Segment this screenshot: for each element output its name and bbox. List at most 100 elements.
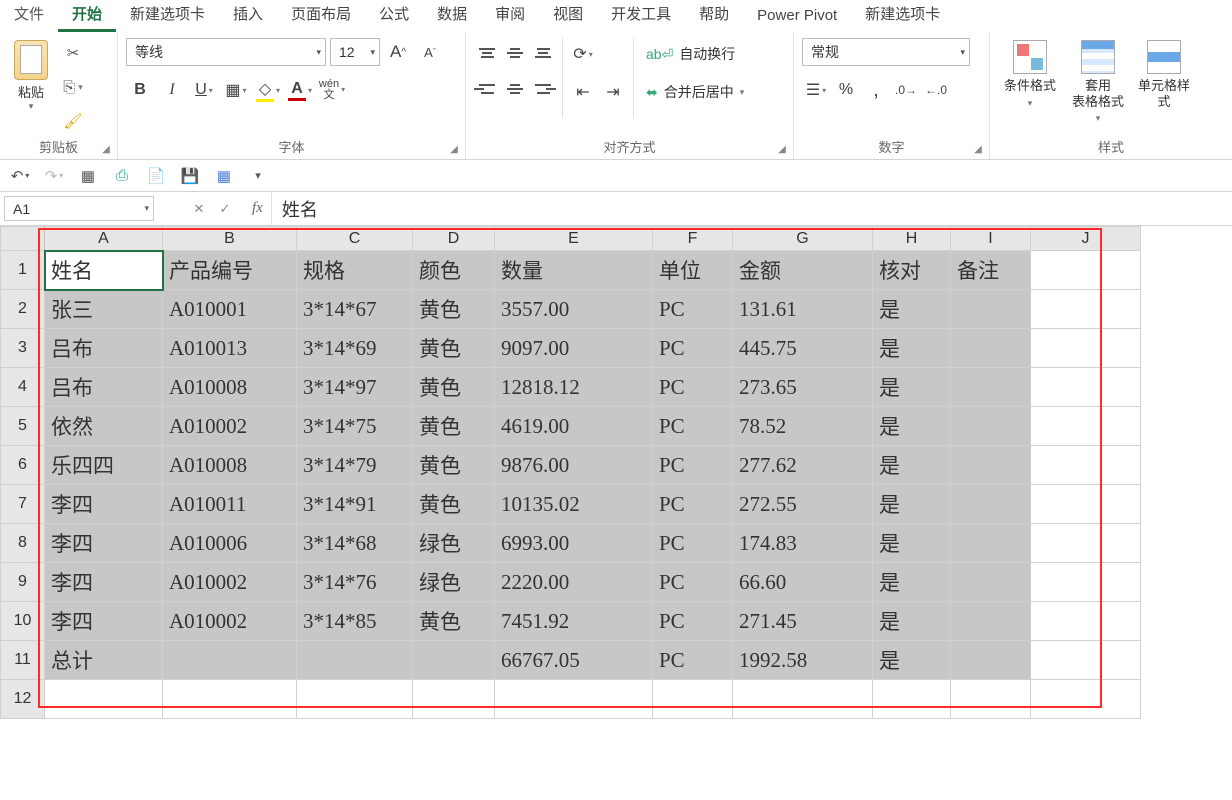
accounting-format-button[interactable]: ☰▾ — [802, 76, 830, 104]
percent-button[interactable]: % — [832, 76, 860, 104]
menu-新建选项卡[interactable]: 新建选项卡 — [851, 0, 954, 32]
cell[interactable] — [1031, 602, 1141, 641]
cell[interactable]: 是 — [873, 563, 951, 602]
cell[interactable] — [951, 329, 1031, 368]
cell[interactable]: 3*14*75 — [297, 407, 413, 446]
alignment-launcher[interactable]: ◢ — [775, 143, 789, 157]
align-top-button[interactable] — [474, 40, 500, 66]
cell[interactable]: 吕布 — [45, 368, 163, 407]
column-header-F[interactable]: F — [653, 227, 733, 251]
italic-button[interactable]: I — [158, 76, 186, 104]
menu-帮助[interactable]: 帮助 — [685, 0, 743, 32]
font-launcher[interactable]: ◢ — [447, 143, 461, 157]
cell[interactable] — [1031, 641, 1141, 680]
row-header-5[interactable]: 5 — [1, 407, 45, 446]
cell[interactable]: PC — [653, 329, 733, 368]
cell[interactable]: 是 — [873, 446, 951, 485]
cell[interactable]: PC — [653, 368, 733, 407]
cell[interactable]: 规格 — [297, 251, 413, 290]
bold-button[interactable]: B — [126, 76, 154, 104]
cell[interactable]: 3557.00 — [495, 290, 653, 329]
cell[interactable]: 是 — [873, 290, 951, 329]
cell[interactable]: 是 — [873, 368, 951, 407]
cell[interactable]: 乐四四 — [45, 446, 163, 485]
align-left-button[interactable] — [474, 76, 500, 102]
cell[interactable]: 3*14*67 — [297, 290, 413, 329]
row-header-8[interactable]: 8 — [1, 524, 45, 563]
qat-btn-4[interactable]: ▦ — [210, 164, 238, 188]
fill-color-button[interactable]: ◇▾ — [254, 76, 282, 104]
border-button[interactable]: ▦▾ — [222, 76, 250, 104]
menu-Power Pivot[interactable]: Power Pivot — [743, 1, 851, 32]
cell[interactable]: A010002 — [163, 563, 297, 602]
row-header-2[interactable]: 2 — [1, 290, 45, 329]
cell[interactable]: A010002 — [163, 602, 297, 641]
cell[interactable] — [873, 680, 951, 719]
menu-公式[interactable]: 公式 — [365, 0, 423, 32]
save-button[interactable]: 💾 — [176, 164, 204, 188]
cell[interactable]: PC — [653, 563, 733, 602]
spreadsheet-grid[interactable]: ABCDEFGHIJ 1姓名产品编号规格颜色数量单位金额核对备注2张三A0100… — [0, 226, 1141, 719]
align-right-button[interactable] — [530, 76, 556, 102]
cell[interactable]: A010013 — [163, 329, 297, 368]
increase-font-button[interactable]: A^ — [384, 38, 412, 66]
cell[interactable] — [951, 290, 1031, 329]
cell[interactable] — [951, 524, 1031, 563]
cell[interactable]: 核对 — [873, 251, 951, 290]
cell[interactable]: 是 — [873, 407, 951, 446]
row-header-6[interactable]: 6 — [1, 446, 45, 485]
row-header-11[interactable]: 11 — [1, 641, 45, 680]
cell[interactable]: A010002 — [163, 407, 297, 446]
menu-文件[interactable]: 文件 — [0, 0, 58, 32]
format-painter-button[interactable]: 🖌 — [58, 108, 88, 134]
cell[interactable] — [1031, 563, 1141, 602]
cell[interactable] — [951, 368, 1031, 407]
cell[interactable] — [1031, 407, 1141, 446]
column-header-E[interactable]: E — [495, 227, 653, 251]
menu-审阅[interactable]: 审阅 — [481, 0, 539, 32]
cell[interactable]: 2220.00 — [495, 563, 653, 602]
cell[interactable] — [951, 446, 1031, 485]
cell-styles-button[interactable]: 单元格样式 — [1134, 38, 1194, 109]
cell[interactable]: 绿色 — [413, 524, 495, 563]
menu-开发工具[interactable]: 开发工具 — [597, 0, 685, 32]
font-color-button[interactable]: A▾ — [286, 76, 314, 104]
phonetic-button[interactable]: wén文▾ — [318, 76, 346, 104]
cell[interactable] — [413, 680, 495, 719]
cell[interactable]: 131.61 — [733, 290, 873, 329]
cell[interactable]: 1992.58 — [733, 641, 873, 680]
paste-button[interactable]: 粘贴 ▾ — [8, 38, 54, 112]
cell[interactable]: 6993.00 — [495, 524, 653, 563]
cell[interactable]: 黄色 — [413, 290, 495, 329]
cell[interactable]: 总计 — [45, 641, 163, 680]
cell[interactable]: 3*14*69 — [297, 329, 413, 368]
menu-插入[interactable]: 插入 — [219, 0, 277, 32]
cell[interactable]: 9876.00 — [495, 446, 653, 485]
cell[interactable]: 李四 — [45, 602, 163, 641]
cell[interactable]: 黄色 — [413, 602, 495, 641]
cell[interactable]: 李四 — [45, 485, 163, 524]
cell[interactable]: 产品编号 — [163, 251, 297, 290]
worksheet-area[interactable]: ABCDEFGHIJ 1姓名产品编号规格颜色数量单位金额核对备注2张三A0100… — [0, 226, 1232, 766]
column-header-C[interactable]: C — [297, 227, 413, 251]
cell[interactable]: A010011 — [163, 485, 297, 524]
increase-indent-button[interactable]: ⇥ — [599, 78, 627, 106]
cell[interactable]: 12818.12 — [495, 368, 653, 407]
cell[interactable] — [951, 641, 1031, 680]
format-as-table-button[interactable]: 套用 表格格式 ▾ — [1066, 38, 1130, 124]
cell[interactable]: 3*14*91 — [297, 485, 413, 524]
font-name-combo[interactable]: 等线▾ — [126, 38, 326, 66]
decrease-decimal-button[interactable]: ←.0 — [922, 76, 950, 104]
cell[interactable]: 备注 — [951, 251, 1031, 290]
row-header-10[interactable]: 10 — [1, 602, 45, 641]
increase-decimal-button[interactable]: .0→ — [892, 76, 920, 104]
cell[interactable]: 4619.00 — [495, 407, 653, 446]
align-center-button[interactable] — [502, 76, 528, 102]
cell[interactable]: 李四 — [45, 524, 163, 563]
redo-button[interactable]: ↷▾ — [40, 164, 68, 188]
cell[interactable]: 66767.05 — [495, 641, 653, 680]
cell[interactable]: 颜色 — [413, 251, 495, 290]
align-middle-button[interactable] — [502, 40, 528, 66]
row-header-1[interactable]: 1 — [1, 251, 45, 290]
cell[interactable]: 174.83 — [733, 524, 873, 563]
